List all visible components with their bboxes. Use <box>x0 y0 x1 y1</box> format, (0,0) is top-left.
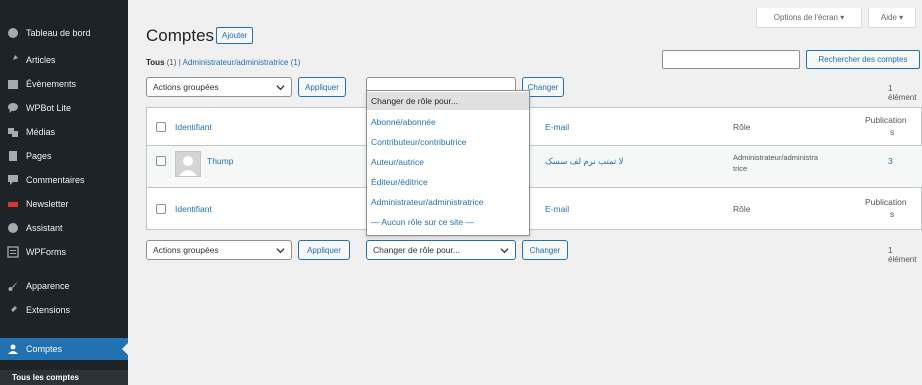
forms-icon <box>0 246 26 258</box>
user-role-suffix: trice <box>733 164 748 173</box>
chat-icon <box>0 102 26 114</box>
sidebar-item-label: Évènements <box>26 79 77 89</box>
help-button[interactable]: Aide ▾ <box>868 8 916 28</box>
sidebar-item-label: Médias <box>26 127 56 137</box>
sidebar-item-newsletter[interactable]: Newsletter <box>0 193 128 215</box>
filter-all[interactable]: Tous <box>146 58 165 67</box>
column-username[interactable]: Identifiant <box>175 122 212 132</box>
change-role-select-bottom[interactable]: Changer de rôle pour... <box>366 240 516 260</box>
media-icon <box>0 126 26 138</box>
sidebar-item-label: Extensions <box>26 305 71 315</box>
sidebar-item-events[interactable]: Évènements <box>0 73 128 95</box>
sidebar-item-wpforms[interactable]: WPForms <box>0 241 128 263</box>
sidebar-item-comments[interactable]: Commentaires <box>0 169 128 191</box>
role-dropdown-menu: Changer de rôle pour... Abonné/abonnée C… <box>366 90 530 236</box>
pin-icon <box>0 54 26 66</box>
submenu-item-all-accounts[interactable]: Tous les comptes <box>12 373 79 382</box>
table-row: Thump لا تمتب نرم لف سسک Administrateur/… <box>147 146 922 188</box>
sidebar-item-media[interactable]: Médias <box>0 121 128 143</box>
sidebar-item-pages[interactable]: Pages <box>0 145 128 167</box>
role-option-administrator[interactable]: Administrateur/administratrice <box>367 193 529 211</box>
page-title: Comptes <box>146 26 215 45</box>
table-footer-row: Identifiant E-mail Rôle Publication s <box>147 188 922 230</box>
newsletter-icon <box>0 198 26 210</box>
bulk-actions-value: Actions groupées <box>153 82 219 92</box>
users-icon <box>0 343 26 355</box>
filter-separator: | <box>178 58 181 67</box>
bulk-actions-select-top[interactable]: Actions groupées <box>146 77 292 97</box>
column-posts-suffix-footer: s <box>890 209 895 219</box>
sidebar-item-label: Apparence <box>26 281 70 291</box>
bulk-actions-select-bottom[interactable]: Actions groupées <box>146 240 292 260</box>
column-posts: Publication <box>865 115 907 125</box>
column-username-footer[interactable]: Identifiant <box>175 204 212 214</box>
column-email-footer[interactable]: E-mail <box>545 204 569 214</box>
filter-links: Tous (1) | Administrateur/administratric… <box>146 58 300 67</box>
column-posts-footer: Publication <box>865 197 907 207</box>
user-posts-count[interactable]: 3 <box>888 156 893 166</box>
column-role: Rôle <box>733 122 751 132</box>
sidebar-item-label: Comptes <box>26 344 63 354</box>
sidebar-item-accounts[interactable]: Comptes <box>0 338 128 360</box>
assistant-icon <box>0 222 26 234</box>
sidebar-item-label: Pages <box>26 151 52 161</box>
sidebar-item-label: Articles <box>26 55 56 65</box>
user-role: Administrateur/administra <box>733 153 819 162</box>
table-header-row: Identifiant E-mail Rôle Publication s <box>147 108 922 146</box>
sidebar-item-label: Tableau de bord <box>26 28 91 38</box>
change-button-bottom[interactable]: Changer <box>522 240 568 260</box>
comment-icon <box>0 174 26 186</box>
row-checkbox[interactable] <box>156 156 166 166</box>
item-count-bottom: 1 élément <box>888 246 917 264</box>
sidebar-item-dashboard[interactable]: Tableau de bord <box>0 22 128 44</box>
sidebar-item-articles[interactable]: Articles <box>0 49 128 71</box>
column-role-footer: Rôle <box>733 204 751 214</box>
role-option-editor[interactable]: Éditeur/éditrice <box>367 173 529 191</box>
select-all-checkbox-footer[interactable] <box>156 204 166 214</box>
column-email[interactable]: E-mail <box>545 122 569 132</box>
sidebar-item-label: Newsletter <box>26 199 69 209</box>
plugin-icon <box>0 304 26 316</box>
filter-admin[interactable]: Administrateur/administratrice (1) <box>183 58 301 67</box>
sidebar-item-label: WPBot Lite <box>26 103 72 113</box>
role-option-author[interactable]: Auteur/autrice <box>367 153 529 171</box>
pages-icon <box>0 150 26 162</box>
sidebar-item-appearance[interactable]: Apparence <box>0 275 128 297</box>
apply-button-top[interactable]: Appliquer <box>298 77 346 97</box>
user-login-link[interactable]: Thump <box>207 156 233 166</box>
chevron-down-icon <box>500 248 509 254</box>
change-role-value: Changer de rôle pour... <box>373 245 460 255</box>
chevron-down-icon <box>276 85 285 91</box>
search-button[interactable]: Rechercher des comptes <box>806 50 920 69</box>
role-option-placeholder[interactable]: Changer de rôle pour... <box>367 92 529 110</box>
screen-options-button[interactable]: Options de l'écran ▾ <box>756 8 862 28</box>
calendar-icon <box>0 78 26 90</box>
sidebar-item-assistant[interactable]: Assistant <box>0 217 128 239</box>
sidebar-item-label: Commentaires <box>26 175 85 185</box>
search-input[interactable] <box>662 50 800 69</box>
select-all-checkbox[interactable] <box>156 122 166 132</box>
sidebar-item-wpbot[interactable]: WPBot Lite <box>0 97 128 119</box>
dashboard-icon <box>0 27 26 39</box>
role-option-subscriber[interactable]: Abonné/abonnée <box>367 113 529 131</box>
user-email-link[interactable]: لا تمتب نرم لف سسک <box>545 156 624 167</box>
item-count-top: 1 élément <box>888 84 917 102</box>
add-account-button[interactable]: Ajouter <box>216 27 254 44</box>
sidebar-item-label: Assistant <box>26 223 63 233</box>
bulk-actions-value: Actions groupées <box>153 245 219 255</box>
active-indicator <box>122 343 128 355</box>
role-option-contributor[interactable]: Contributeur/contributrice <box>367 133 529 151</box>
chevron-down-icon <box>276 248 285 254</box>
brush-icon <box>0 280 26 292</box>
apply-button-bottom[interactable]: Appliquer <box>298 240 350 260</box>
submenu: Tous les comptes <box>0 370 128 385</box>
column-posts-suffix: s <box>890 127 895 137</box>
role-option-none[interactable]: — Aucun rôle sur ce site — <box>367 213 529 231</box>
sidebar-item-extensions[interactable]: Extensions <box>0 299 128 321</box>
sidebar-item-label: WPForms <box>26 247 66 257</box>
avatar <box>175 151 201 177</box>
admin-sidebar: Tableau de bord Articles Évènements WPBo… <box>0 0 128 385</box>
filter-all-count: (1) <box>166 58 177 67</box>
users-table: Identifiant E-mail Rôle Publication s Th… <box>146 107 922 230</box>
